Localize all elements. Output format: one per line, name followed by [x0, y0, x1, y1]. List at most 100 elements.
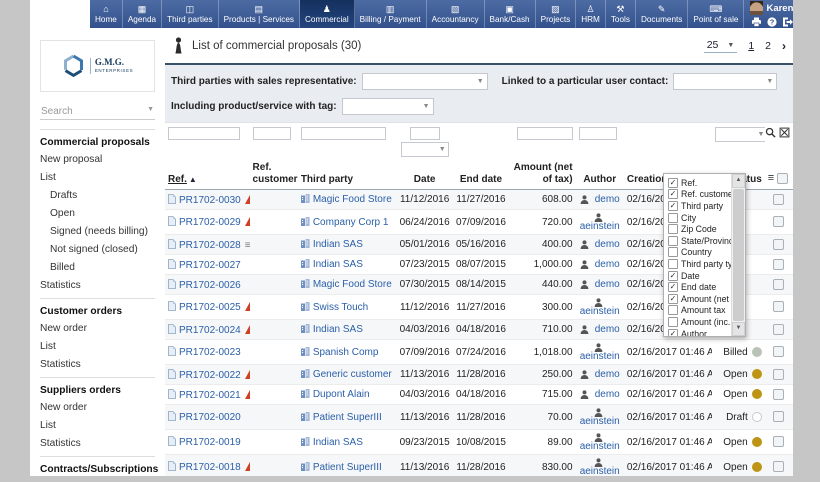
author-filter-input[interactable]: [579, 127, 618, 140]
sidebar-section-title[interactable]: Suppliers orders: [40, 385, 155, 396]
author-link[interactable]: aeinstein: [580, 417, 620, 427]
sidebar-search-select[interactable]: Search ▼: [40, 104, 155, 120]
ref-customer-filter-input[interactable]: [253, 127, 292, 140]
tab-products-services[interactable]: ▤Products | Services: [219, 0, 300, 28]
scroll-thumb[interactable]: [733, 189, 744, 321]
sidebar-item[interactable]: Statistics: [40, 359, 155, 370]
author-link[interactable]: aeinstein: [580, 467, 620, 477]
tab-accountancy[interactable]: ▧Accountancy: [427, 0, 485, 28]
column-option[interactable]: Zip Code: [668, 223, 731, 235]
user-contact-select[interactable]: ▼: [673, 73, 777, 90]
sidebar-section-title[interactable]: Contracts/Subscriptions: [40, 464, 155, 475]
third-party-link[interactable]: Spanish Comp: [313, 347, 379, 358]
sidebar-item[interactable]: Open: [40, 208, 155, 219]
author-link[interactable]: demo: [595, 239, 620, 250]
row-checkbox[interactable]: [773, 369, 784, 380]
tab-bank-cash[interactable]: ▣Bank/Cash: [485, 0, 536, 28]
checked-checkbox-icon[interactable]: ✓: [668, 329, 678, 336]
page-link-1[interactable]: 1: [748, 40, 754, 52]
third-party-link[interactable]: Indian SAS: [313, 259, 363, 270]
third-party-link[interactable]: Indian SAS: [313, 324, 363, 335]
proposal-ref-link[interactable]: PR1702-0026: [179, 280, 241, 291]
row-checkbox[interactable]: [773, 461, 784, 472]
amount-filter-input[interactable]: [517, 127, 573, 140]
third-party-link[interactable]: Magic Food Store: [313, 279, 392, 290]
tab-tools[interactable]: ⚒Tools: [606, 0, 636, 28]
checked-checkbox-icon[interactable]: ✓: [668, 282, 678, 292]
sidebar-item[interactable]: New order: [40, 402, 155, 413]
column-option[interactable]: Amount (inc. tax): [668, 316, 731, 328]
proposal-ref-link[interactable]: PR1702-0025: [179, 302, 241, 313]
third-party-link[interactable]: Indian SAS: [313, 437, 363, 448]
author-link[interactable]: demo: [595, 279, 620, 290]
col-header-end-date[interactable]: End date: [453, 161, 509, 190]
sales-rep-select[interactable]: ▼: [362, 73, 488, 90]
third-party-link[interactable]: Dupont Alain: [313, 389, 370, 400]
tab-point-of-sale[interactable]: ⌨Point of sale: [688, 0, 744, 28]
ref-filter-input[interactable]: [168, 127, 240, 140]
next-page-arrow[interactable]: ›: [782, 39, 786, 53]
third-party-link[interactable]: Company Corp 1: [313, 217, 389, 228]
status-filter-select[interactable]: ▼: [715, 127, 764, 142]
row-checkbox[interactable]: [773, 279, 784, 290]
column-option[interactable]: Amount tax: [668, 305, 731, 317]
author-link[interactable]: demo: [595, 324, 620, 335]
sidebar-item[interactable]: Statistics: [40, 280, 155, 291]
unchecked-checkbox-icon[interactable]: [668, 259, 678, 269]
tab-projects[interactable]: ▨Projects: [536, 0, 577, 28]
checked-checkbox-icon[interactable]: ✓: [668, 271, 678, 281]
column-option[interactable]: City: [668, 212, 731, 224]
logout-icon[interactable]: [782, 17, 793, 27]
third-party-link[interactable]: Patient SuperIII: [313, 412, 382, 423]
column-option[interactable]: Third party type: [668, 258, 731, 270]
tab-billing-payment[interactable]: ▥Billing / Payment: [355, 0, 427, 28]
column-option[interactable]: ✓Ref. customer: [668, 189, 731, 201]
column-option[interactable]: ✓Amount (net of tax): [668, 293, 731, 305]
author-link[interactable]: demo: [595, 369, 620, 380]
sidebar-item[interactable]: New proposal: [40, 154, 155, 165]
checked-checkbox-icon[interactable]: ✓: [668, 178, 678, 188]
checked-checkbox-icon[interactable]: ✓: [668, 189, 678, 199]
col-header-ref[interactable]: Ref.: [168, 174, 187, 185]
author-link[interactable]: demo: [595, 194, 620, 205]
author-link[interactable]: demo: [595, 389, 620, 400]
proposal-ref-link[interactable]: PR1702-0023: [179, 347, 241, 358]
row-checkbox[interactable]: [773, 301, 784, 312]
sidebar-item[interactable]: Statistics: [40, 438, 155, 449]
tab-commercial[interactable]: ♟Commercial: [300, 0, 355, 28]
scroll-up-icon[interactable]: ▲: [732, 174, 745, 188]
author-link[interactable]: aeinstein: [580, 442, 620, 452]
row-checkbox[interactable]: [773, 346, 784, 357]
sidebar-item[interactable]: New order: [40, 323, 155, 334]
unchecked-checkbox-icon[interactable]: [668, 224, 678, 234]
sidebar-section-title[interactable]: Customer orders: [40, 306, 155, 317]
third-party-link[interactable]: Indian SAS: [313, 239, 363, 250]
column-option[interactable]: ✓End date: [668, 281, 731, 293]
sidebar-item[interactable]: Signed (needs billing): [40, 226, 155, 237]
date-year-filter-input[interactable]: [410, 127, 440, 140]
page-link-2[interactable]: 2: [765, 40, 771, 52]
help-icon[interactable]: ?: [767, 17, 777, 27]
proposal-ref-link[interactable]: PR1702-0018: [179, 462, 241, 473]
unchecked-checkbox-icon[interactable]: [668, 247, 678, 257]
proposal-ref-link[interactable]: PR1702-0027: [179, 260, 241, 271]
sidebar-item[interactable]: List: [40, 341, 155, 352]
unchecked-checkbox-icon[interactable]: [668, 305, 678, 315]
dropdown-scrollbar[interactable]: ▲ ▼: [731, 174, 745, 336]
sidebar-item[interactable]: Billed: [40, 262, 155, 273]
unchecked-checkbox-icon[interactable]: [668, 317, 678, 327]
proposal-ref-link[interactable]: PR1702-0020: [179, 412, 241, 423]
sidebar-item[interactable]: List: [40, 172, 155, 183]
print-icon[interactable]: [751, 17, 762, 27]
row-checkbox[interactable]: [773, 239, 784, 250]
col-header-third-party[interactable]: Third party: [298, 161, 397, 190]
third-party-link[interactable]: Magic Food Store: [313, 194, 392, 205]
third-party-link[interactable]: Patient SuperIII: [313, 462, 382, 473]
tab-home[interactable]: ⌂Home: [90, 0, 123, 28]
page-size-select[interactable]: 25 ▼: [704, 38, 738, 53]
column-option[interactable]: State/Province: [668, 235, 731, 247]
unchecked-checkbox-icon[interactable]: [668, 236, 678, 246]
column-selector-icon[interactable]: ≡: [768, 172, 774, 184]
user-avatar[interactable]: [750, 1, 763, 15]
col-header-date[interactable]: Date: [396, 161, 452, 190]
